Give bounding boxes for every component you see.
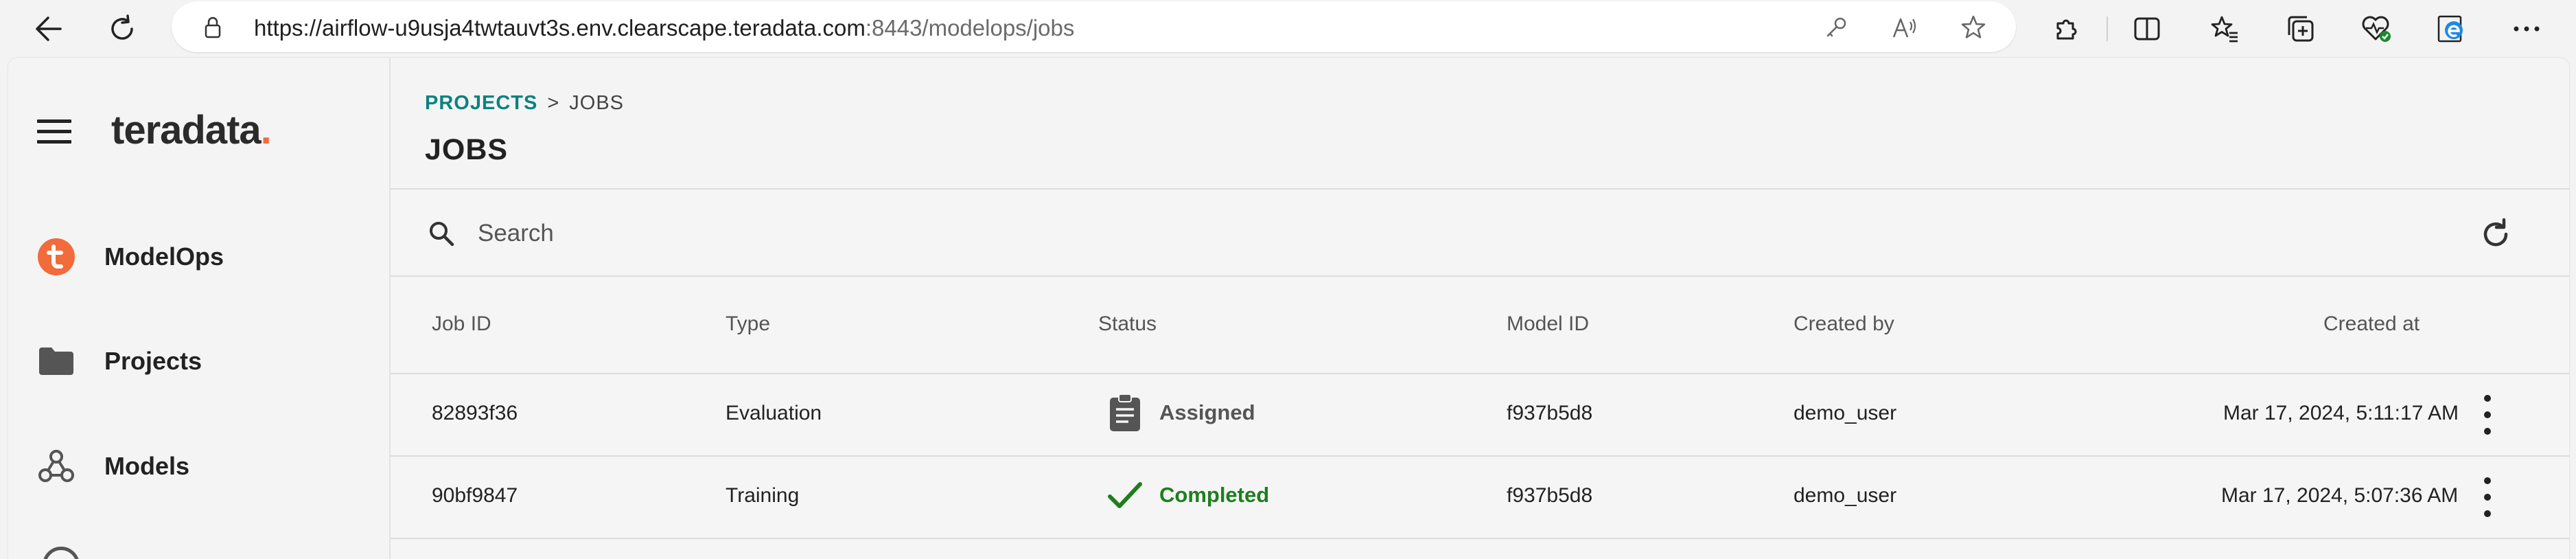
status-badge: Completed <box>1159 483 1270 507</box>
job-id-cell: 82893f36 <box>432 402 518 424</box>
favorites-icon[interactable] <box>2205 10 2244 48</box>
breadcrumb-current: JOBS <box>569 92 625 114</box>
created-at-cell: Mar 17, 2024, 5:07:36 AM <box>2221 484 2459 507</box>
sidebar-item-partial-icon[interactable] <box>43 547 80 559</box>
sidebar-item-label: Projects <box>104 347 202 375</box>
search-icon <box>426 218 456 249</box>
status-cell: Assigned <box>1104 391 1255 435</box>
sidebar-item-modelops[interactable]: ModelOps <box>36 233 365 281</box>
logo-text: teradata <box>111 108 262 152</box>
teradata-t-icon <box>36 236 77 277</box>
health-icon[interactable] <box>2357 10 2395 48</box>
table-row[interactable]: 82893f36 Evaluation Assigned f937b5d8 de… <box>391 374 2569 457</box>
collections-icon[interactable] <box>2282 10 2320 48</box>
breadcrumb-projects-link[interactable]: PROJECTS <box>425 92 537 114</box>
model-id-cell: f937b5d8 <box>1507 402 1593 424</box>
sidebar-item-label: Models <box>104 452 190 480</box>
split-screen-icon[interactable] <box>2128 10 2166 48</box>
table-row[interactable]: 90bf9847 Training Completed f937b5d8 dem… <box>391 457 2569 539</box>
row-actions-icon[interactable] <box>2477 395 2498 435</box>
hamburger-menu-icon[interactable] <box>37 119 71 144</box>
address-bar[interactable]: https://airflow-u9usja4twtauvt3s.env.cle… <box>172 1 2016 52</box>
sidebar-item-models[interactable]: Models <box>36 442 365 490</box>
created-by-cell: demo_user <box>1794 402 1897 424</box>
column-header-model-id[interactable]: Model ID <box>1507 312 1589 336</box>
teradata-logo[interactable]: teradata. <box>111 107 272 153</box>
logo-dot: . <box>260 108 272 152</box>
created-by-cell: demo_user <box>1794 484 1897 507</box>
reload-icon[interactable] <box>103 10 141 48</box>
column-header-created-at[interactable]: Created at <box>2323 312 2420 336</box>
status-badge: Assigned <box>1159 400 1255 424</box>
type-cell: Training <box>726 484 800 507</box>
back-icon[interactable] <box>29 10 67 48</box>
search-bar <box>391 190 2569 277</box>
divider <box>2107 16 2108 41</box>
favorite-star-icon[interactable] <box>1960 14 1987 41</box>
clipboard-icon <box>1104 391 1146 435</box>
row-actions-icon[interactable] <box>2477 477 2498 517</box>
column-header-type[interactable]: Type <box>726 312 770 336</box>
page-title: JOBS <box>425 133 509 166</box>
checkmark-icon <box>1104 473 1146 517</box>
read-aloud-icon[interactable] <box>1891 14 1918 41</box>
url-main: https://airflow-u9usja4twtauvt3s.env.cle… <box>254 15 866 41</box>
sidebar-item-projects[interactable]: Projects <box>36 337 365 385</box>
sidebar: teradata. ModelOps Projects Models <box>8 58 391 559</box>
models-icon <box>36 446 77 487</box>
column-header-status[interactable]: Status <box>1098 312 1157 336</box>
search-input[interactable] <box>476 214 1715 253</box>
folder-icon <box>36 341 77 382</box>
main-content: PROJECTS > JOBS JOBS Job ID Type Status Mo… <box>391 58 2569 559</box>
column-header-created-by[interactable]: Created by <box>1794 312 1894 336</box>
job-id-cell: 90bf9847 <box>432 484 518 507</box>
created-at-cell: Mar 17, 2024, 5:11:17 AM <box>2223 402 2459 424</box>
breadcrumb: PROJECTS > JOBS <box>425 92 624 115</box>
app-window: teradata. ModelOps Projects Models PROJE… <box>8 58 2569 559</box>
status-cell: Completed <box>1104 473 1269 517</box>
breadcrumb-separator: > <box>547 92 560 114</box>
more-icon[interactable] <box>2507 10 2546 48</box>
key-icon[interactable] <box>1822 14 1850 41</box>
refresh-icon[interactable] <box>2477 216 2514 253</box>
extensions-icon[interactable] <box>2047 10 2085 48</box>
model-id-cell: f937b5d8 <box>1507 484 1593 507</box>
sidebar-item-label: ModelOps <box>104 242 224 271</box>
url-rest: :8443/modelops/jobs <box>865 15 1075 41</box>
edge-icon[interactable] <box>2432 10 2470 48</box>
url-text[interactable]: https://airflow-u9usja4twtauvt3s.env.cle… <box>254 15 1074 41</box>
browser-chrome: https://airflow-u9usja4twtauvt3s.env.cle… <box>0 0 2576 58</box>
table-header: Job ID Type Status Model ID Created by C… <box>391 277 2569 374</box>
column-header-job-id[interactable]: Job ID <box>432 312 491 336</box>
type-cell: Evaluation <box>726 402 822 424</box>
jobs-table-card: Job ID Type Status Model ID Created by C… <box>391 188 2569 559</box>
lock-icon[interactable] <box>199 14 227 41</box>
